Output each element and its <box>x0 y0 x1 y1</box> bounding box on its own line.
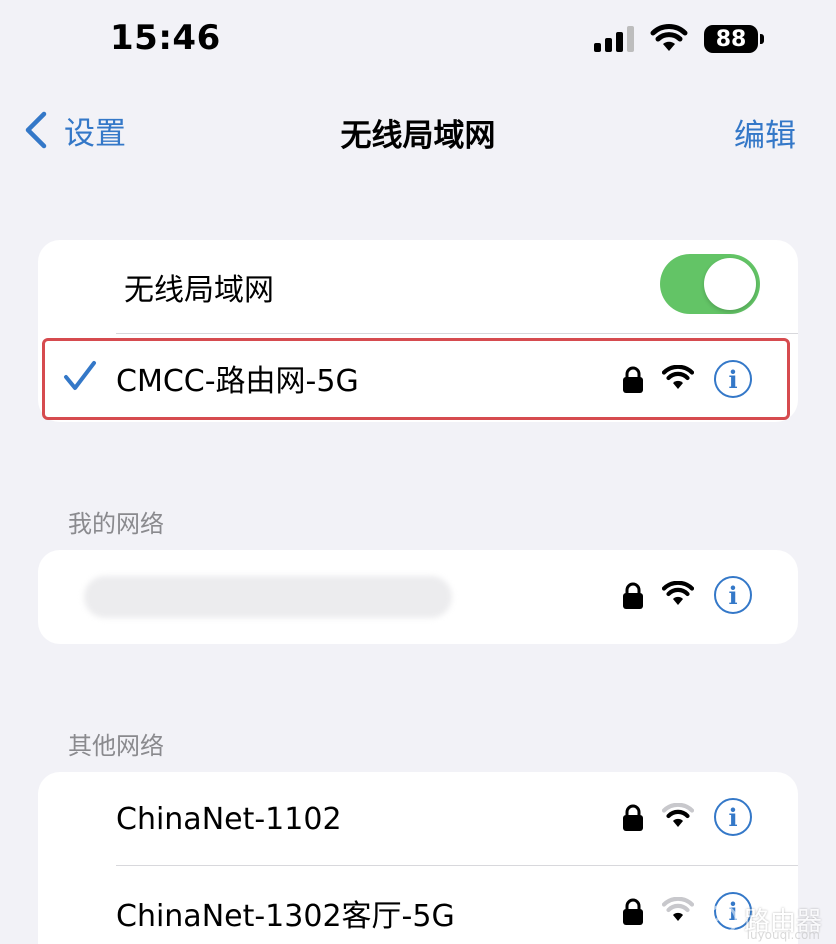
other-networks-card: ChinaNet-1102 i ChinaNet-1302客厅-5G i <box>38 772 798 944</box>
page-title: 无线局域网 <box>340 118 496 154</box>
watermark-subtext: luyouqi.com <box>746 928 820 942</box>
saved-network-row[interactable]: i <box>38 550 798 644</box>
wifi-signal-icon <box>662 897 694 921</box>
connected-network-row[interactable]: CMCC-路由网-5G i <box>38 334 798 422</box>
network-info-button[interactable]: i <box>714 360 752 398</box>
lock-icon <box>623 582 643 609</box>
wifi-signal-icon <box>662 365 694 389</box>
my-networks-card: i <box>38 550 798 644</box>
cellular-signal-icon <box>594 26 634 52</box>
edit-button[interactable]: 编辑 <box>734 110 796 155</box>
connected-network-name: CMCC-路由网-5G <box>116 364 359 399</box>
toggle-knob <box>704 258 756 310</box>
wlan-toggle-row: 无线局域网 <box>38 240 798 334</box>
lock-icon <box>623 804 643 831</box>
wifi-status-icon <box>650 24 688 51</box>
redacted-network-name <box>84 576 452 618</box>
network-name: ChinaNet-1102 <box>116 801 342 837</box>
router-logo-icon <box>706 904 738 935</box>
lock-icon <box>623 366 643 393</box>
status-time: 15:46 <box>110 18 221 58</box>
other-networks-header: 其他网络 <box>68 732 164 760</box>
network-row[interactable]: ChinaNet-1302客厅-5G i <box>38 866 798 944</box>
my-networks-header: 我的网络 <box>68 510 164 538</box>
wifi-signal-icon <box>662 581 694 605</box>
wifi-signal-icon <box>662 803 694 827</box>
wlan-toggle-label: 无线局域网 <box>124 273 274 308</box>
wlan-card: 无线局域网 CMCC-路由网-5G i <box>38 240 798 422</box>
network-name: ChinaNet-1302客厅-5G <box>116 899 455 934</box>
network-row[interactable]: ChinaNet-1102 i <box>38 772 798 866</box>
lock-icon <box>623 898 643 925</box>
wlan-toggle-switch[interactable] <box>660 254 760 314</box>
network-info-button[interactable]: i <box>714 576 752 614</box>
watermark-logo: 路由器 luyouqi.com <box>706 901 822 942</box>
network-info-button[interactable]: i <box>714 798 752 836</box>
battery-level: 88 <box>715 26 747 52</box>
wifi-settings-screen: 15:46 88 设置 无线局域网 编辑 无线局域网 CMCC-路由网-5G i… <box>0 0 836 944</box>
battery-icon: 88 <box>704 25 764 53</box>
checkmark-icon <box>64 361 96 390</box>
